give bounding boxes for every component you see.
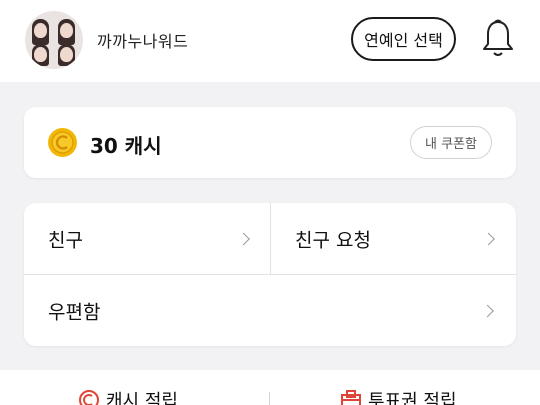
coin-icon	[48, 128, 77, 157]
earn-cash-button[interactable]: 캐시 적립	[78, 387, 178, 405]
chevron-right-icon	[237, 232, 250, 245]
ticket-earn-icon	[341, 390, 361, 405]
menu-card: 친구 친구 요청 우편함	[24, 203, 516, 346]
menu-item-friend-requests[interactable]: 친구 요청	[271, 203, 516, 274]
menu-item-mailbox[interactable]: 우편함	[24, 275, 516, 346]
cash-earn-icon	[79, 390, 99, 405]
menu-item-label: 친구 요청	[295, 229, 371, 251]
select-celebrity-button[interactable]: 연예인 선택	[351, 17, 456, 61]
chevron-right-icon	[482, 232, 495, 245]
cash-balance: 30 캐시	[90, 134, 162, 158]
avatar[interactable]	[25, 11, 83, 69]
menu-item-friends[interactable]: 친구	[24, 203, 270, 274]
earn-ticket-label: 투표권 적립	[368, 391, 457, 405]
earn-cash-label: 캐시 적립	[106, 391, 178, 405]
divider	[269, 392, 270, 405]
cash-card: 30 캐시 내 쿠폰함	[24, 107, 516, 178]
earn-bar: 캐시 적립 투표권 적립	[0, 370, 540, 405]
earn-ticket-button[interactable]: 투표권 적립	[340, 387, 457, 405]
menu-item-label: 우편함	[48, 301, 101, 323]
my-coupons-button[interactable]: 내 쿠폰함	[410, 126, 492, 159]
username: 까까누나워드	[97, 32, 189, 51]
menu-item-label: 친구	[48, 229, 83, 251]
profile-header: 까까누나워드 연예인 선택	[0, 0, 540, 82]
bell-icon[interactable]	[481, 18, 515, 58]
chevron-right-icon	[481, 304, 494, 317]
